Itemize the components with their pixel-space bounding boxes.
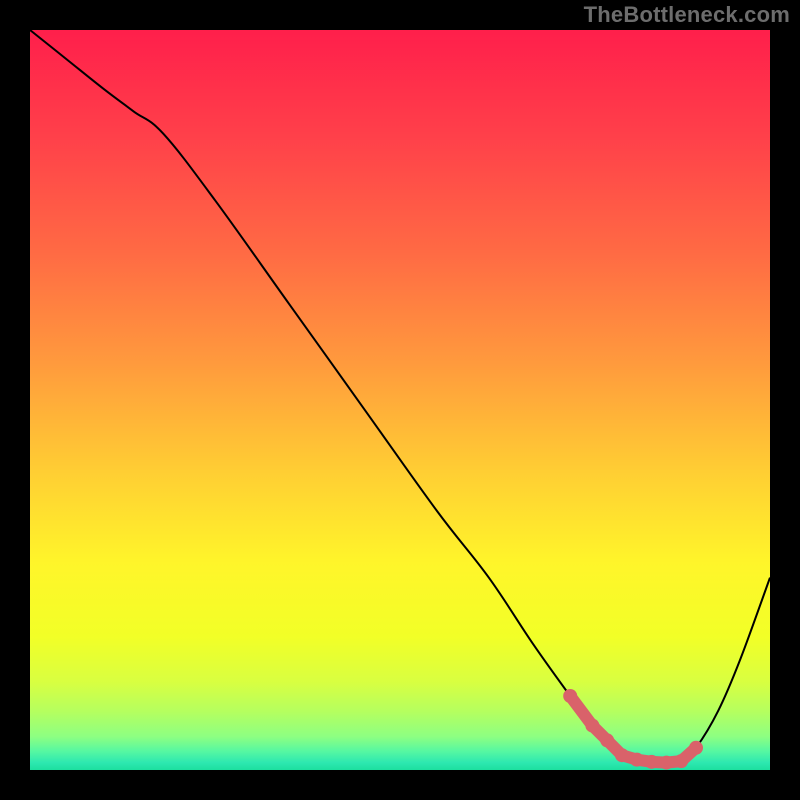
highlight-dot xyxy=(615,748,629,762)
highlight-dot xyxy=(600,733,614,747)
highlight-dot xyxy=(659,756,673,770)
highlight-dot xyxy=(630,753,644,767)
highlight-dot xyxy=(689,741,703,755)
highlight-dot xyxy=(674,754,688,768)
watermark-label: TheBottleneck.com xyxy=(584,2,790,28)
highlight-dot xyxy=(585,719,599,733)
bottleneck-plot xyxy=(0,0,800,800)
highlight-dot xyxy=(645,755,659,769)
plot-background xyxy=(30,30,770,770)
chart-stage: TheBottleneck.com xyxy=(0,0,800,800)
highlight-dot xyxy=(563,689,577,703)
